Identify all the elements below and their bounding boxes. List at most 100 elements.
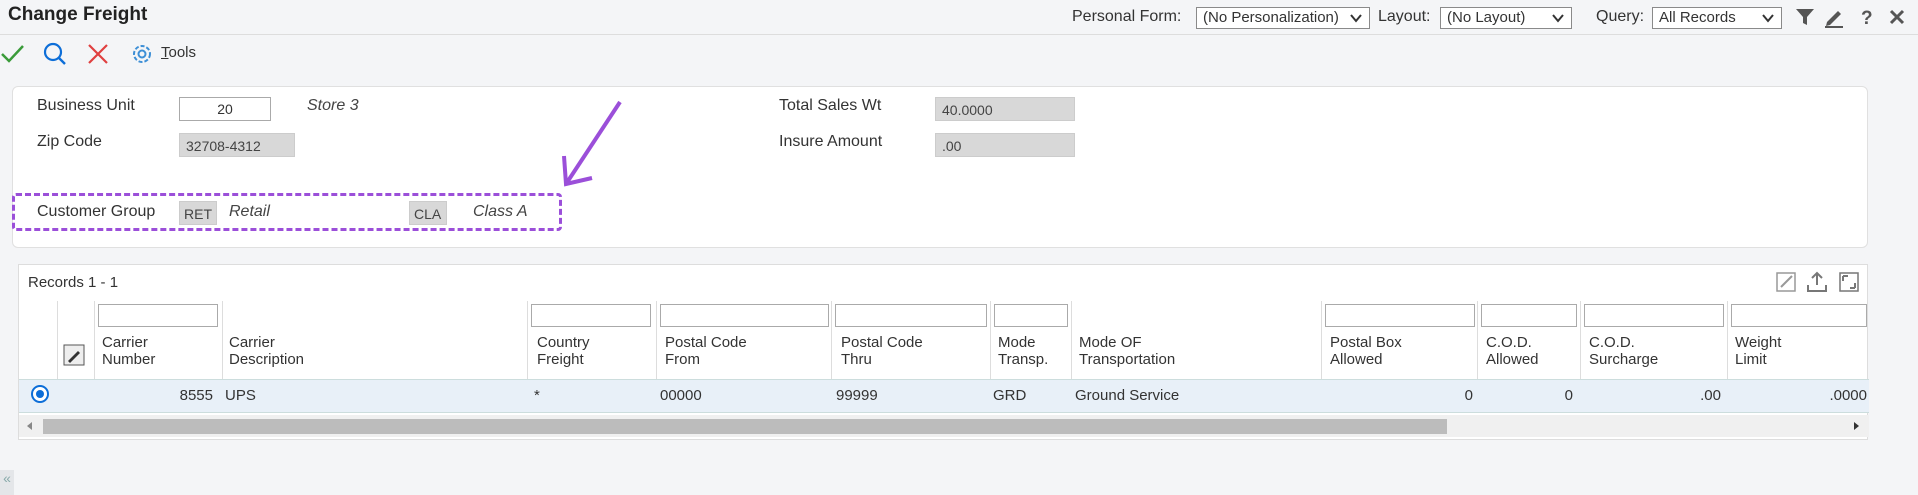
chevron-down-icon — [1350, 14, 1362, 23]
cancel-x-icon[interactable] — [85, 41, 111, 67]
edit-pencil-icon[interactable] — [1823, 6, 1845, 28]
cell-cod-surcharge: .00 — [1700, 387, 1721, 404]
business-unit-label: Business Unit — [37, 97, 135, 114]
column-header-line1: Mode OF — [1079, 334, 1142, 351]
annotation-arrow-icon — [562, 100, 622, 187]
column-header-line2: Thru — [841, 351, 872, 368]
zip-code-value: 32708-4312 — [179, 133, 295, 157]
column-header-carrier-number[interactable]: Carrier Number — [102, 334, 155, 368]
cell-postal-box-allowed: 0 — [1464, 387, 1473, 404]
column-header-line1: C.O.D. — [1486, 334, 1532, 351]
tools-gear-icon[interactable] — [129, 41, 155, 67]
chevron-down-icon — [1552, 14, 1564, 23]
row-edit-icon[interactable] — [63, 344, 85, 366]
filter-icon[interactable] — [1794, 6, 1816, 28]
query-select[interactable]: All Records — [1652, 7, 1782, 29]
zip-code-label: Zip Code — [37, 133, 102, 150]
column-header-line1: Carrier — [229, 334, 275, 351]
filter-country-freight[interactable] — [531, 304, 651, 327]
scroll-right-icon[interactable] — [1851, 421, 1861, 431]
cell-carrier-number: 8555 — [179, 387, 213, 404]
cell-cod-allowed: 0 — [1564, 387, 1573, 404]
column-header-line1: C.O.D. — [1589, 334, 1635, 351]
search-icon[interactable] — [42, 41, 68, 67]
column-header-line1: Mode — [998, 334, 1036, 351]
maximize-grid-icon[interactable] — [1837, 270, 1861, 294]
filter-postal-thru[interactable] — [835, 304, 987, 327]
personal-form-label: Personal Form: — [1072, 8, 1182, 25]
column-header-line2: Allowed — [1330, 351, 1383, 368]
scrollbar-thumb[interactable] — [43, 419, 1447, 434]
close-icon[interactable] — [1886, 6, 1908, 28]
filter-cod-surcharge[interactable] — [1584, 304, 1724, 327]
layout-select[interactable]: (No Layout) — [1440, 7, 1572, 29]
column-header-line1: Carrier — [102, 334, 148, 351]
cell-carrier-description: UPS — [225, 387, 256, 404]
filter-postal-from[interactable] — [660, 304, 829, 327]
column-header-carrier-description[interactable]: Carrier Description — [229, 334, 304, 368]
column-header-line2: Description — [229, 351, 305, 368]
column-header-line2: Allowed — [1486, 351, 1539, 368]
column-header-line1: Postal Code — [665, 334, 747, 351]
layout-label: Layout: — [1378, 8, 1431, 25]
query-label: Query: — [1596, 8, 1645, 25]
column-header-country-freight[interactable]: Country Freight — [537, 334, 590, 368]
filter-cod-allowed[interactable] — [1481, 304, 1577, 327]
tools-hotkey: T — [161, 44, 169, 61]
tools-menu-button[interactable]: Tools — [161, 44, 196, 61]
column-header-line2: Limit — [1735, 351, 1767, 368]
help-icon[interactable]: ? — [1856, 6, 1878, 28]
query-value: All Records — [1659, 9, 1736, 26]
filter-weight-limit[interactable] — [1731, 304, 1867, 327]
cell-mode-of-transportation: Ground Service — [1075, 387, 1180, 404]
column-header-mode-of-transportation[interactable]: Mode OF Transportation — [1079, 334, 1175, 368]
column-header-line1: Postal Code — [841, 334, 923, 351]
insure-amount-value: .00 — [935, 133, 1075, 157]
grid-edit-icon[interactable] — [1775, 270, 1799, 294]
filter-mode-transp[interactable] — [994, 304, 1068, 327]
column-header-line2: Transp. — [998, 351, 1049, 368]
cell-country-freight: * — [534, 387, 540, 404]
highlight-annotation-box — [12, 193, 562, 231]
column-header-postal-box-allowed[interactable]: Postal Box Allowed — [1330, 334, 1402, 368]
column-header-line1: Postal Box — [1330, 334, 1402, 351]
column-header-cod-allowed[interactable]: C.O.D. Allowed — [1486, 334, 1539, 368]
personal-form-select[interactable]: (No Personalization) — [1196, 7, 1370, 29]
cell-postal-thru: 99999 — [836, 387, 878, 404]
column-header-postal-code-thru[interactable]: Postal Code Thru — [841, 334, 923, 368]
filter-carrier-number[interactable] — [98, 304, 218, 327]
column-header-line2: From — [665, 351, 700, 368]
records-count: Records 1 - 1 — [28, 274, 119, 291]
svg-text:?: ? — [1861, 8, 1873, 28]
tools-label-text: ools — [168, 44, 197, 61]
horizontal-scrollbar[interactable] — [19, 415, 1869, 437]
header-bar: Change Freight Personal Form: (No Person… — [0, 0, 1918, 34]
cell-weight-limit: .0000 — [1829, 387, 1867, 404]
column-header-cod-surcharge[interactable]: C.O.D. Surcharge — [1589, 334, 1658, 368]
page-title: Change Freight — [8, 4, 148, 25]
ok-check-icon[interactable] — [0, 41, 26, 67]
column-header-postal-code-from[interactable]: Postal Code From — [665, 334, 747, 368]
sidebar-collapse-toggle[interactable]: « — [0, 470, 14, 495]
toolbar: Tools — [0, 34, 1918, 70]
total-sales-wt-value: 40.0000 — [935, 97, 1075, 121]
scroll-left-icon[interactable] — [25, 421, 35, 431]
personal-form-value: (No Personalization) — [1203, 9, 1339, 26]
records-grid: Records 1 - 1 Carrier Number Carrier Descr… — [18, 264, 1869, 440]
business-unit-description: Store 3 — [307, 97, 359, 114]
filter-postal-box-allowed[interactable] — [1325, 304, 1475, 327]
column-header-line2: Freight — [537, 351, 584, 368]
business-unit-input[interactable]: 20 — [179, 97, 271, 121]
column-header-line1: Country — [537, 334, 590, 351]
column-header-line1: Weight — [1735, 334, 1782, 351]
column-header-weight-limit[interactable]: Weight Limit — [1735, 334, 1781, 368]
column-header-mode-transp[interactable]: Mode Transp. — [998, 334, 1048, 368]
column-header-line2: Number — [102, 351, 156, 368]
total-sales-wt-label: Total Sales Wt — [779, 97, 882, 114]
export-upload-icon[interactable] — [1805, 270, 1829, 294]
row-select-radio[interactable] — [31, 385, 49, 403]
cell-postal-from: 00000 — [660, 387, 702, 404]
layout-value: (No Layout) — [1447, 9, 1526, 26]
table-row[interactable] — [19, 379, 1869, 413]
chevron-down-icon — [1762, 14, 1774, 23]
